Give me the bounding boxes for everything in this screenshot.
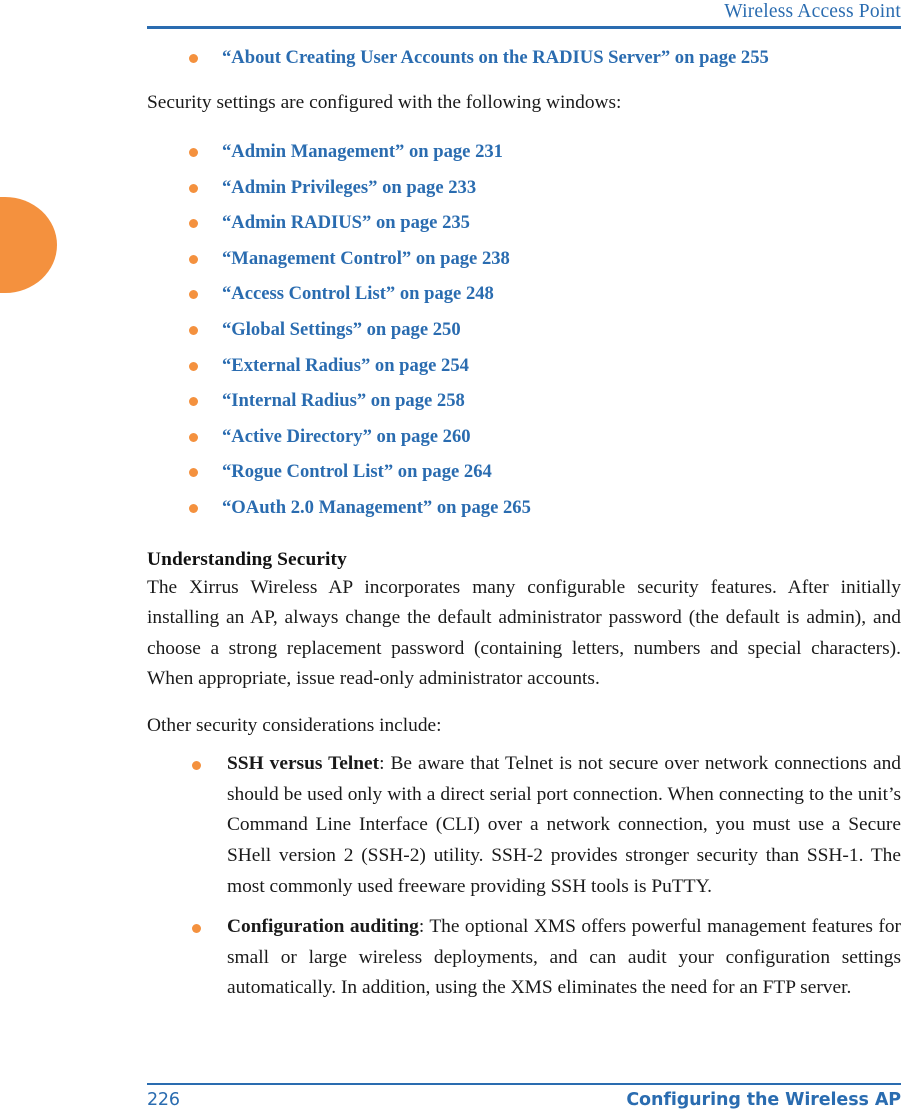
bullet-dot-icon [189,254,198,264]
bullet-dot-icon [189,290,198,300]
top-crossreference-list: “About Creating User Accounts on the RAD… [147,40,901,76]
bullet-dot-icon [189,397,198,407]
bullet-dot-icon [189,504,198,514]
crossreference-link[interactable]: “Active Directory” on page 260 [222,426,471,447]
list-item[interactable]: “Admin RADIUS” on page 235 [147,205,901,241]
footer-page-number: 226 [147,1090,180,1110]
list-item[interactable]: “OAuth 2.0 Management” on page 265 [147,490,901,526]
crossreference-link[interactable]: “Rogue Control List” on page 264 [222,461,492,482]
list-item: Configuration auditing: The optional XMS… [147,912,901,1004]
bullet-dot-icon [189,148,198,158]
crossreference-link[interactable]: “About Creating User Accounts on the RAD… [222,47,769,68]
footer-divider [147,1083,901,1085]
crossreference-link[interactable]: “OAuth 2.0 Management” on page 265 [222,497,531,518]
footer-section-title: Configuring the Wireless AP [626,1090,901,1110]
list-item[interactable]: “About Creating User Accounts on the RAD… [147,40,901,76]
list-item[interactable]: “Admin Privileges” on page 233 [147,170,901,206]
security-windows-list: “Admin Management” on page 231 “Admin Pr… [147,134,901,526]
section-heading: Understanding Security [147,548,347,570]
bullet-dot-icon [189,468,198,478]
bullet-dot-icon [189,54,198,63]
list-item[interactable]: “Internal Radius” on page 258 [147,383,901,419]
list-item[interactable]: “Global Settings” on page 250 [147,312,901,348]
crossreference-link[interactable]: “Access Control List” on page 248 [222,283,494,304]
bullet-dot-icon [189,219,198,229]
crossreference-link[interactable]: “Admin Privileges” on page 233 [222,177,476,198]
consideration-term: Configuration auditing [227,916,419,938]
considerations-lead-paragraph: Other security considerations include: [147,714,442,736]
list-item[interactable]: “Active Directory” on page 260 [147,419,901,455]
list-item[interactable]: “Rogue Control List” on page 264 [147,454,901,490]
crossreference-link[interactable]: “Admin Management” on page 231 [222,141,503,162]
bullet-dot-icon [189,432,198,442]
list-item[interactable]: “Management Control” on page 238 [147,241,901,277]
security-considerations-list: SSH versus Telnet: Be aware that Telnet … [147,749,901,1004]
crossreference-link[interactable]: “Management Control” on page 238 [222,248,510,269]
bullet-dot-icon [192,924,201,934]
list-item[interactable]: “Admin Management” on page 231 [147,134,901,170]
bullet-dot-icon [189,183,198,193]
consideration-text: : Be aware that Telnet is not secure ove… [227,753,901,897]
consideration-term: SSH versus Telnet [227,753,380,775]
crossreference-link[interactable]: “Admin RADIUS” on page 235 [222,212,470,233]
section-paragraph: The Xirrus Wireless AP incorporates many… [147,576,901,690]
list-item[interactable]: “External Radius” on page 254 [147,348,901,384]
bullet-dot-icon [189,326,198,336]
intro-paragraph: Security settings are configured with th… [147,91,622,113]
header-divider [147,26,901,29]
list-item[interactable]: “Access Control List” on page 248 [147,276,901,312]
chapter-thumb-tab [0,197,57,293]
crossreference-link[interactable]: “External Radius” on page 254 [222,355,469,376]
document-page: Wireless Access Point “About Creating Us… [0,0,901,1114]
page-content: “About Creating User Accounts on the RAD… [147,40,901,1004]
page-header-title: Wireless Access Point [724,1,901,22]
crossreference-link[interactable]: “Global Settings” on page 250 [222,319,461,340]
bullet-dot-icon [189,361,198,371]
crossreference-link[interactable]: “Internal Radius” on page 258 [222,390,465,411]
bullet-dot-icon [192,761,201,771]
list-item: SSH versus Telnet: Be aware that Telnet … [147,749,901,902]
